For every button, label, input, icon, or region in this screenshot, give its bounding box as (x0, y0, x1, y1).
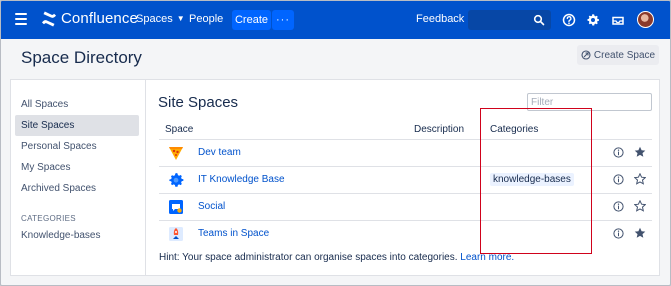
section-title: Site Spaces (158, 94, 239, 111)
sidebar-item-archived-spaces[interactable]: Archived Spaces (15, 178, 139, 199)
column-header-categories: Categories (490, 124, 539, 135)
notifications-icon[interactable] (611, 13, 625, 27)
create-button[interactable]: Create (232, 10, 271, 30)
space-link-social[interactable]: Social (198, 201, 225, 212)
nav-spaces-label: Spaces (136, 13, 173, 25)
settings-icon[interactable] (586, 13, 600, 27)
star-filled-icon[interactable] (634, 227, 646, 239)
chevron-down-icon: ▼ (176, 14, 185, 23)
table-row: Teams in Space (159, 221, 652, 247)
create-space-label: Create Space (593, 49, 656, 61)
sidebar-item-my-spaces[interactable]: My Spaces (15, 157, 139, 178)
category-tag[interactable]: knowledge-bases (490, 173, 574, 186)
filter-input[interactable] (527, 93, 652, 111)
info-icon[interactable] (613, 174, 624, 185)
table-row: Social (159, 194, 652, 220)
space-link-dev-team[interactable]: Dev team (198, 147, 241, 158)
avatar[interactable] (637, 11, 654, 28)
search-input[interactable] (468, 10, 551, 30)
menu-icon[interactable] (15, 13, 27, 25)
confluence-logo[interactable]: Confluence (41, 10, 138, 27)
create-more-button[interactable]: ··· (272, 10, 294, 30)
table-row: Dev team (159, 140, 652, 166)
info-icon[interactable] (613, 147, 624, 158)
gear-icon (169, 173, 184, 187)
sidebar-item-knowledge-bases[interactable]: Knowledge-bases (15, 225, 139, 246)
space-link-teams-in-space[interactable]: Teams in Space (198, 228, 269, 239)
nav-spaces-menu[interactable]: Spaces ▼ (136, 13, 185, 25)
sidebar: All Spaces Site Spaces Personal Spaces M… (11, 80, 146, 275)
pizza-icon (169, 147, 183, 160)
info-icon[interactable] (613, 228, 624, 239)
app-window: Confluence Spaces ▼ People Create ··· Fee… (0, 0, 671, 286)
sidebar-item-personal-spaces[interactable]: Personal Spaces (15, 136, 139, 157)
main-content: Site Spaces Space Description Categories… (147, 80, 659, 275)
chat-icon (169, 200, 183, 214)
top-navigation-bar: Confluence Spaces ▼ People Create ··· Fee… (1, 1, 670, 39)
confluence-logo-icon (42, 11, 56, 26)
sidebar-item-site-spaces[interactable]: Site Spaces (15, 115, 139, 136)
star-filled-icon[interactable] (634, 146, 646, 158)
feedback-link[interactable]: Feedback (416, 13, 464, 25)
create-space-button[interactable]: Create Space (577, 45, 659, 65)
hint-message: Hint: Your space administrator can organ… (159, 252, 458, 263)
hint-text: Hint: Your space administrator can organ… (159, 252, 514, 263)
table-row: IT Knowledge Base knowledge-bases (159, 167, 652, 193)
content-panel: All Spaces Site Spaces Personal Spaces M… (10, 79, 660, 276)
sidebar-item-all-spaces[interactable]: All Spaces (15, 94, 139, 115)
info-icon[interactable] (613, 201, 624, 212)
add-space-icon (581, 50, 591, 60)
logo-text: Confluence (61, 10, 138, 27)
search-icon[interactable] (533, 14, 545, 26)
rocket-icon (169, 227, 183, 241)
nav-people-link[interactable]: People (189, 13, 223, 25)
space-link-it-knowledge-base[interactable]: IT Knowledge Base (198, 174, 285, 185)
categories-heading: CATEGORIES (21, 214, 76, 223)
column-header-description: Description (414, 124, 465, 135)
star-outline-icon[interactable] (634, 200, 646, 212)
learn-more-link[interactable]: Learn more. (460, 252, 514, 263)
column-header-space: Space (165, 124, 194, 135)
help-icon[interactable] (562, 13, 576, 27)
star-outline-icon[interactable] (634, 173, 646, 185)
page-title: Space Directory (21, 48, 142, 67)
